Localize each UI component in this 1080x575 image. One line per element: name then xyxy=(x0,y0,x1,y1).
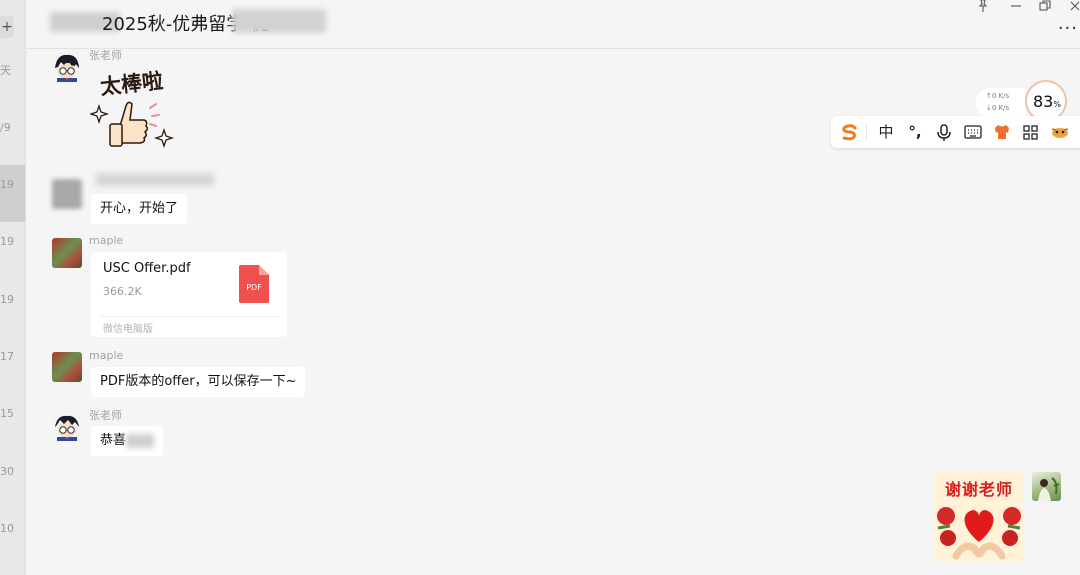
chat-list-time: 19 xyxy=(0,235,14,248)
mascot-icon[interactable] xyxy=(1049,120,1071,144)
sender-name: 张老师 xyxy=(89,409,122,422)
avatar-self[interactable] xyxy=(1032,472,1061,501)
sogou-s-icon[interactable] xyxy=(838,120,860,144)
ime-divider xyxy=(866,124,867,140)
avatar-teacher[interactable] xyxy=(52,411,82,441)
chat-list-time: 30 xyxy=(0,465,14,478)
chat-header: 2025秋-优弗留学-优 ··· xyxy=(26,0,1080,49)
add-chat-button[interactable]: + xyxy=(0,16,14,38)
ime-mode-toggle[interactable]: 中 xyxy=(875,120,897,144)
microphone-icon[interactable] xyxy=(933,120,955,144)
avatar-teacher[interactable] xyxy=(52,52,82,82)
redacted-sender-name xyxy=(96,173,214,186)
file-size: 366.2K xyxy=(103,285,142,298)
message-text: 恭喜 xyxy=(100,433,127,448)
ime-network-speed: ↑0 K/s ↓0 K/s xyxy=(976,88,1026,118)
shirt-icon[interactable] xyxy=(991,120,1013,144)
sender-name: 张老师 xyxy=(89,49,122,62)
sender-name: maple xyxy=(89,234,124,247)
sticker-thank-you[interactable]: 谢谢老师 xyxy=(934,472,1024,562)
file-card-divider xyxy=(99,316,279,317)
avatar-maple[interactable] xyxy=(52,352,82,382)
chat-list-time: 15 xyxy=(0,407,14,420)
gauge-value: 83 xyxy=(1033,92,1054,111)
chat-list-time: 19 xyxy=(0,178,14,191)
ime-toolbar: 中 °, xyxy=(831,116,1080,148)
pdf-badge-label: PDF xyxy=(246,283,262,292)
close-icon[interactable] xyxy=(1068,0,1080,16)
download-speed: ↓0 K/s xyxy=(986,104,1010,112)
heart-roses-icon xyxy=(937,507,1021,560)
message-bubble[interactable]: 开心，开始了 xyxy=(91,194,188,224)
chat-list-time: 10 xyxy=(0,522,14,535)
left-sidebar-strip: + 天 /9 19 19 19 17 15 30 10 xyxy=(0,0,26,575)
keyboard-icon[interactable] xyxy=(962,120,984,144)
sender-name: maple xyxy=(89,349,124,362)
redacted-title-suffix xyxy=(232,9,326,33)
restore-icon[interactable] xyxy=(1038,0,1052,16)
avatar-redacted[interactable] xyxy=(52,179,82,209)
grid-icon[interactable] xyxy=(1020,120,1042,144)
chat-list-time: 19 xyxy=(0,293,14,306)
pdf-file-icon: PDF xyxy=(239,265,269,303)
selected-chat-indicator xyxy=(0,165,25,222)
message-bubble[interactable]: 恭喜 xyxy=(91,426,164,456)
file-source-label: 微信电脑版 xyxy=(103,324,153,335)
file-name: USC Offer.pdf xyxy=(103,261,191,276)
pin-icon[interactable] xyxy=(976,0,990,16)
chat-list-time: /9 xyxy=(0,121,11,134)
upload-speed: ↑0 K/s xyxy=(986,92,1010,100)
thumbs-up-icon xyxy=(90,101,175,149)
sticker-thumbs-up[interactable]: 太棒啦 xyxy=(90,68,185,154)
avatar-maple[interactable] xyxy=(52,238,82,268)
file-message-card[interactable]: USC Offer.pdf 366.2K PDF 微信电脑版 xyxy=(91,252,287,337)
chat-list-time: 天 xyxy=(0,64,11,77)
gauge-unit: % xyxy=(1053,100,1061,109)
ime-punctuation-toggle[interactable]: °, xyxy=(904,120,926,144)
message-bubble[interactable]: PDF版本的offer，可以保存一下~ xyxy=(91,367,306,397)
more-dots-icon[interactable]: ··· xyxy=(1058,18,1078,39)
sticker-caption: 谢谢老师 xyxy=(944,480,1013,499)
redacted-text xyxy=(126,433,155,448)
chat-list-time: 17 xyxy=(0,350,14,363)
minimize-icon[interactable] xyxy=(1009,0,1023,16)
